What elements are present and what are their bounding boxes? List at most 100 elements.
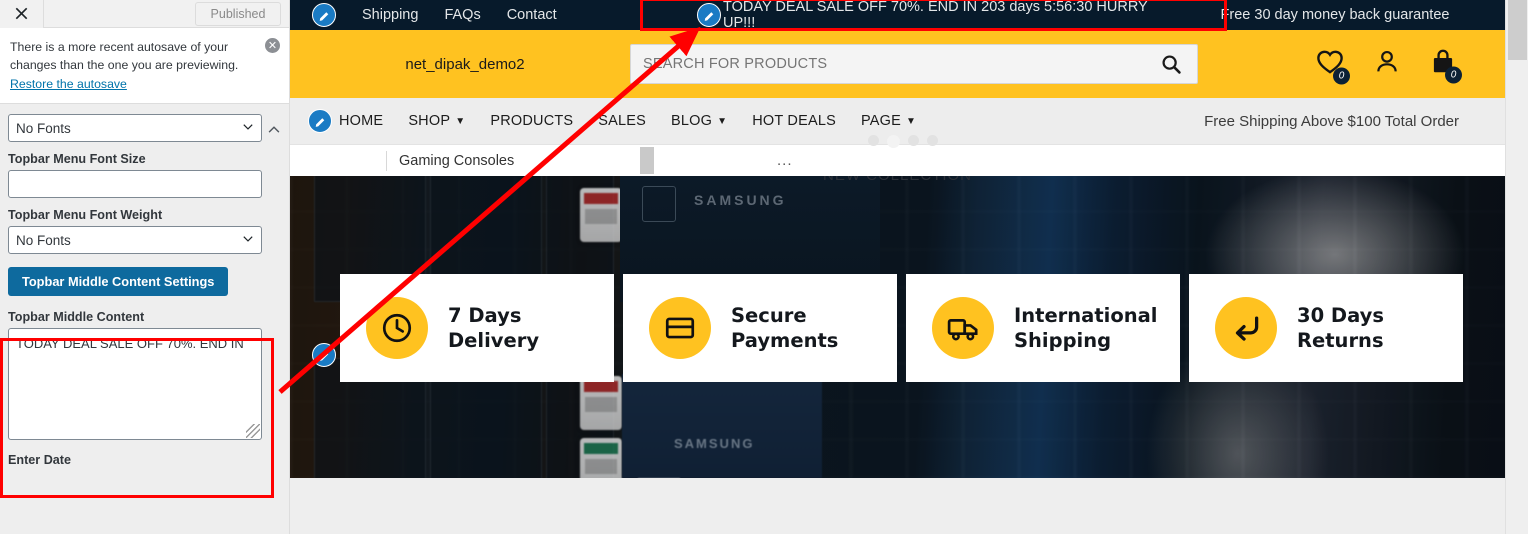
chevron-down-icon: ▼	[906, 115, 917, 127]
product-search	[630, 44, 1198, 84]
nav-label: PAGE	[860, 113, 902, 129]
topbar-deal-text: TODAY DEAL SALE OFF 70%. END IN 203 days…	[723, 0, 1148, 31]
feature-card-payments[interactable]: Secure Payments	[623, 274, 897, 382]
feature-label: 30 Days Returns	[1297, 303, 1384, 353]
customizer-header: Published	[0, 0, 289, 28]
feature-card-delivery[interactable]: 7 Days Delivery	[340, 274, 614, 382]
nav-item-blog[interactable]: BLOG ▼	[671, 113, 727, 129]
nav-label: SHOP	[408, 113, 451, 129]
product-thumbnail	[580, 438, 622, 478]
site-preview: Shipping FAQs Contact TODAY DEAL SALE OF…	[290, 0, 1505, 534]
topbar-middle-content-settings-button[interactable]: Topbar Middle Content Settings	[8, 267, 229, 296]
topbar-menu-font-size-label: Topbar Menu Font Size	[8, 152, 146, 166]
samsung-wordmark: SAMSUNG	[694, 192, 787, 208]
user-icon	[1377, 50, 1397, 72]
hero-slider: SAMSUNG SAMSUNG NEW COLLECTION ‹	[290, 176, 1505, 478]
chevron-down-icon: ▼	[455, 115, 466, 127]
nav-item-products[interactable]: PRODUCTS	[490, 113, 573, 129]
account-button[interactable]	[1373, 48, 1401, 81]
nav-label: PRODUCTS	[490, 113, 574, 129]
nav-item-hot-deals[interactable]: HOT DEALS	[752, 113, 836, 129]
truck-icon	[932, 297, 994, 359]
category-gaming-consoles[interactable]: Gaming Consoles	[386, 150, 514, 171]
autosave-notice: There is a more recent autosave of your …	[0, 28, 289, 104]
topbar-middle-content-textarea[interactable]: TODAY DEAL SALE OFF 70%. END IN	[8, 328, 262, 440]
topbar-middle-content-group: Topbar Middle Content TODAY DEAL SALE OF…	[8, 310, 275, 440]
published-button[interactable]: Published	[195, 2, 281, 26]
feature-label: 7 Days Delivery	[448, 303, 539, 353]
nav-label: HOT DEALS	[752, 113, 836, 129]
topbar-link-shipping[interactable]: Shipping	[362, 7, 418, 23]
strip-scrollbar-thumb[interactable]	[640, 147, 654, 174]
pencil-edit-icon[interactable]	[697, 3, 721, 27]
feature-line2: Shipping	[1014, 329, 1112, 352]
customizer-controls: No Fonts Topbar Menu Font Size Topbar Me…	[0, 114, 289, 534]
nav-items: HOME SHOP ▼ PRODUCTS SALES BLOG ▼ HOT DE…	[290, 109, 916, 133]
wishlist-button[interactable]: 0	[1315, 47, 1350, 85]
nav-item-home[interactable]: HOME	[339, 113, 383, 129]
previewed-site: Shipping FAQs Contact TODAY DEAL SALE OF…	[290, 0, 1505, 534]
search-input[interactable]	[631, 56, 1145, 72]
search-icon[interactable]	[1145, 45, 1197, 83]
middle-content-value: TODAY DEAL SALE OFF 70%. END IN	[16, 336, 244, 351]
screen-outline-icon	[642, 186, 676, 222]
topbar-menu-font-weight-label: Topbar Menu Font Weight	[8, 208, 163, 222]
preview-scrollbar-thumb[interactable]	[1508, 0, 1527, 60]
nav-item-sales[interactable]: SALES	[598, 113, 646, 129]
carousel-dot[interactable]	[927, 135, 938, 146]
chevron-down-icon	[242, 233, 254, 248]
carousel-dots	[868, 135, 938, 148]
carousel-dot[interactable]	[908, 135, 919, 146]
pencil-edit-icon[interactable]	[312, 3, 336, 27]
feature-card-returns[interactable]: 30 Days Returns	[1189, 274, 1463, 382]
pencil-edit-icon[interactable]	[312, 343, 336, 367]
feature-cards: 7 Days Delivery Secure Payments Internat…	[340, 274, 1463, 382]
font-family-value: No Fonts	[16, 120, 71, 136]
header-icons: 0 0	[1315, 47, 1462, 85]
topbar-menu-font-weight-select[interactable]: No Fonts	[8, 226, 262, 254]
nav-label: SALES	[598, 113, 647, 129]
feature-line1: International	[1014, 304, 1158, 327]
dismiss-circle-icon[interactable]: ✕	[265, 38, 280, 53]
strip-ellipsis[interactable]: ...	[777, 152, 793, 169]
wishlist-count: 0	[1333, 67, 1350, 85]
nav-item-page[interactable]: PAGE ▼	[861, 113, 916, 129]
site-nav: HOME SHOP ▼ PRODUCTS SALES BLOG ▼ HOT DE…	[290, 98, 1505, 148]
feature-line1: Secure	[731, 304, 807, 327]
nav-item-shop[interactable]: SHOP ▼	[408, 113, 465, 129]
feature-line2: Returns	[1297, 329, 1384, 352]
cart-button[interactable]: 0	[1429, 48, 1462, 84]
samsung-banner-bottom: SAMSUNG	[622, 374, 822, 478]
topbar-menu-font-size-input[interactable]	[8, 170, 262, 198]
product-thumbnail	[580, 188, 622, 242]
site-brand[interactable]: net_dipak_demo2	[290, 56, 630, 73]
pencil-edit-icon[interactable]	[308, 109, 332, 133]
site-header: net_dipak_demo2 0	[290, 30, 1505, 98]
feature-label: International Shipping	[1014, 303, 1157, 353]
samsung-wordmark: SAMSUNG	[674, 436, 755, 451]
site-topbar: Shipping FAQs Contact TODAY DEAL SALE OF…	[290, 0, 1505, 31]
topbar-link-faqs[interactable]: FAQs	[444, 7, 480, 23]
preview-scrollbar[interactable]	[1505, 0, 1528, 534]
feature-line2: Payments	[731, 329, 839, 352]
hero-heading: NEW COLLECTION	[290, 176, 1505, 184]
product-thumbnail	[580, 376, 622, 430]
topbar-menu-font-family-select[interactable]: No Fonts	[8, 114, 262, 142]
credit-card-icon	[649, 297, 711, 359]
topbar-middle: TODAY DEAL SALE OFF 70%. END IN 203 days…	[640, 0, 1227, 31]
feature-label: Secure Payments	[731, 303, 838, 353]
close-icon[interactable]	[0, 0, 44, 28]
nav-label: HOME	[339, 113, 384, 129]
topbar-link-contact[interactable]: Contact	[507, 7, 557, 23]
carousel-dot-active[interactable]	[887, 135, 900, 148]
carousel-dot[interactable]	[868, 135, 879, 146]
topbar-links: Shipping FAQs Contact	[290, 3, 640, 27]
clock-icon	[366, 297, 428, 359]
feature-line1: 7 Days	[448, 304, 522, 327]
chevron-down-icon	[242, 121, 254, 136]
resize-grip-icon[interactable]	[246, 424, 260, 438]
restore-autosave-link[interactable]: Restore the autosave	[10, 75, 127, 93]
chevron-up-icon[interactable]	[265, 121, 283, 139]
feature-card-shipping[interactable]: International Shipping	[906, 274, 1180, 382]
chevron-down-icon: ▼	[717, 115, 728, 127]
